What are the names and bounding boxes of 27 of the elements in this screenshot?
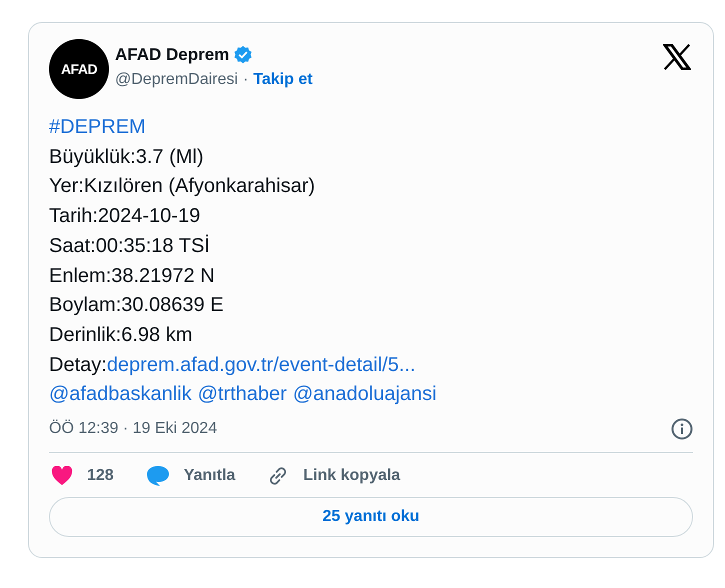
info-icon[interactable] [671, 418, 693, 440]
speech-bubble-icon [146, 465, 170, 488]
separator-dot: · [242, 71, 248, 89]
text-line: Derinlik:6.98 km [49, 322, 192, 348]
heart-icon [51, 466, 73, 486]
text-line: Detay: [49, 352, 107, 378]
text-line: Enlem:38.21972 N [49, 264, 215, 289]
text-link[interactable]: @afadbaskanlik [49, 380, 192, 410]
text-link[interactable]: @anadoluajansi [292, 380, 437, 410]
author-handle: @DepremDairesi [115, 71, 238, 89]
timestamp: ÖÖ 12:39 · 19 Eki 2024 [49, 420, 218, 438]
text-line: Yer:Kızılören (Afyonkarahisar) [49, 174, 316, 200]
text-line: Büyüklük:3.7 (Ml) [49, 144, 204, 170]
text-line: Boylam:30.08639 E [49, 293, 224, 318]
author-name: AFAD Deprem [115, 45, 230, 65]
read-replies-button[interactable]: 25 yanıtı oku [49, 497, 693, 538]
reply-button[interactable]: Yanıtla [146, 465, 236, 488]
avatar-logo[interactable]: AFAD [49, 39, 109, 99]
text-link[interactable]: deprem.afad.gov.tr/event-detail/5... [106, 350, 416, 380]
copy-link-button[interactable]: Link kopyala [267, 465, 400, 488]
text-line: Saat:00:35:18 TSİ [49, 234, 210, 259]
text-link[interactable]: #DEPREM [49, 113, 146, 143]
x-logo-icon[interactable] [663, 44, 691, 70]
follow-link[interactable]: Takip et [253, 71, 313, 89]
text-link[interactable]: @trthaber [198, 380, 287, 410]
like-button[interactable]: 128 [51, 466, 114, 486]
text-line: Tarih:2024-10-19 [49, 204, 200, 230]
